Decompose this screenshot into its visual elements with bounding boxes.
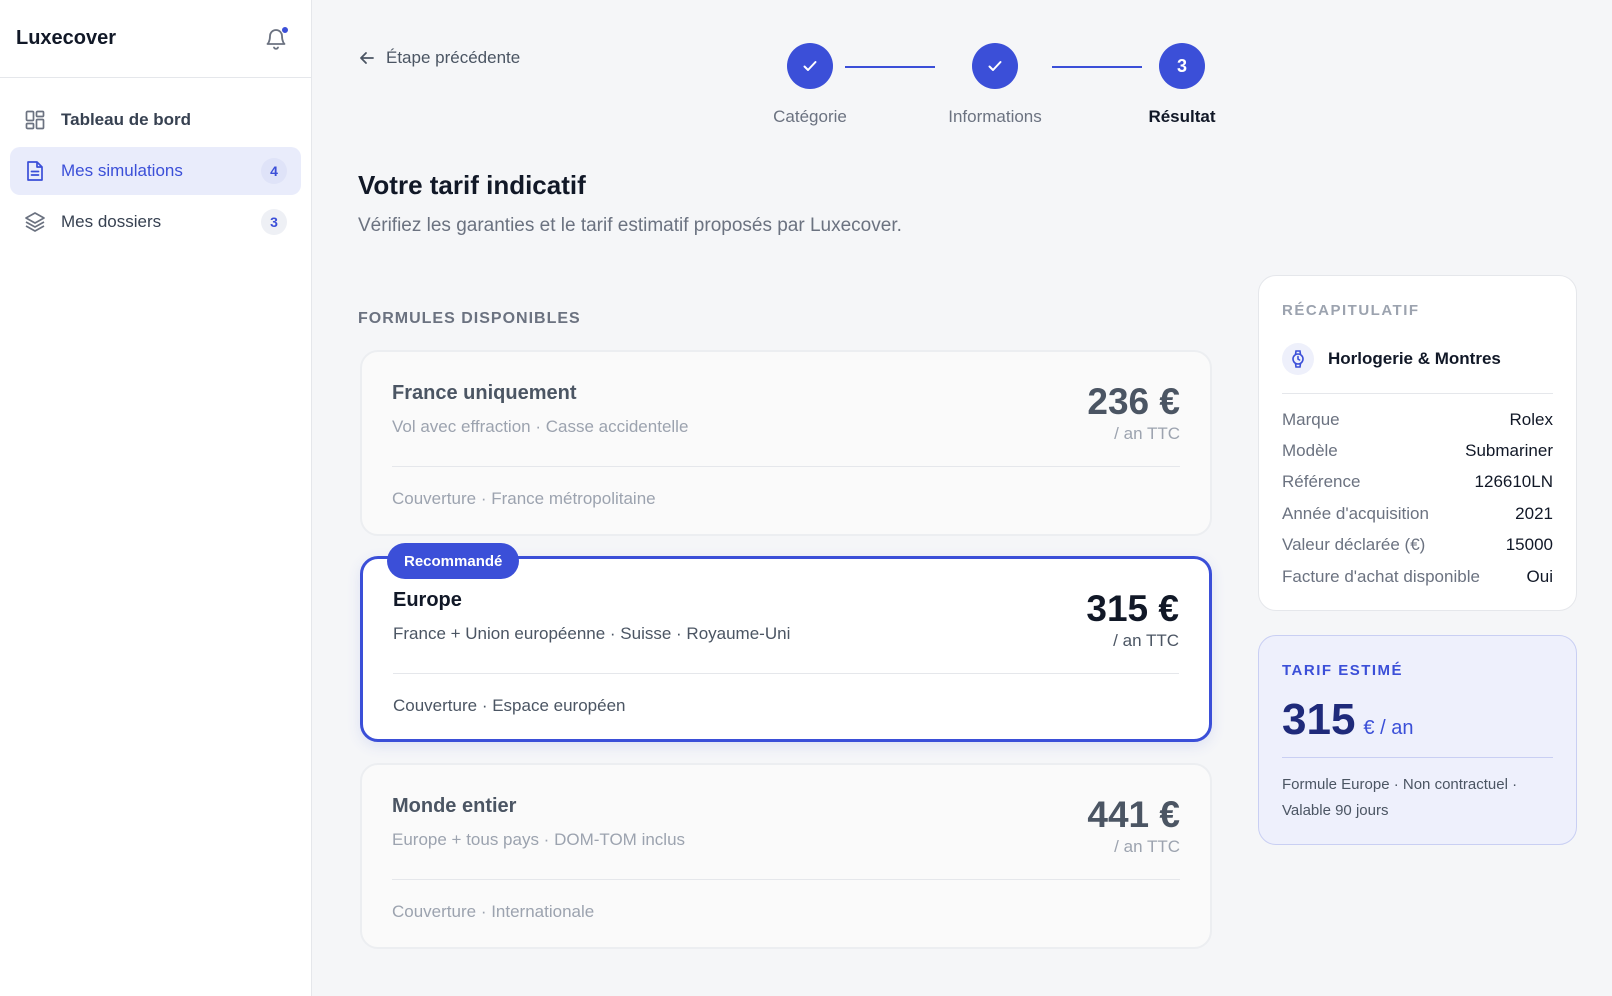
summary-details: Marque Rolex Modèle Submariner Référence… <box>1282 404 1553 592</box>
step-label: Catégorie <box>773 107 847 126</box>
estimate-unit: € / an <box>1363 717 1414 739</box>
plan-info: Europe France + Union européenne · Suiss… <box>393 589 790 673</box>
sidebar: Luxecover Tableau de bord Mes simulation… <box>0 0 312 996</box>
plan-price: 441 € / an TTC <box>1087 795 1180 879</box>
summary-category: Horlogerie & Montres <box>1282 343 1553 394</box>
step-informations[interactable]: Informations <box>925 43 1065 127</box>
plan-price-value: 441 € <box>1087 794 1180 835</box>
summary-card: RÉCAPITULATIF Horlogerie & Montres Marqu… <box>1258 275 1577 611</box>
sidebar-item-label: Tableau de bord <box>61 110 192 129</box>
sidebar-header: Luxecover <box>0 0 311 78</box>
plan-info: Monde entier Europe + tous pays · DOM-TO… <box>392 795 685 879</box>
summary-row-key: Valeur déclarée (€) <box>1282 535 1426 555</box>
plan-price-value: 315 € <box>1086 588 1179 629</box>
summary-row-key: Année d'acquisition <box>1282 503 1429 523</box>
summary-title: RÉCAPITULATIF <box>1282 302 1420 319</box>
summary-row: Année d'acquisition 2021 <box>1282 498 1553 529</box>
previous-step-label: Étape précédente <box>386 48 521 67</box>
summary-row-key: Facture d'achat disponible <box>1282 566 1480 586</box>
plan-price: 236 € / an TTC <box>1087 382 1180 466</box>
estimate-value: 315 <box>1282 695 1356 744</box>
previous-step-link[interactable]: Étape précédente <box>358 48 520 68</box>
plan-price-value: 236 € <box>1087 381 1180 422</box>
plan-coverage: Couverture · France métropolitaine <box>392 489 656 508</box>
recommended-badge: Recommandé <box>387 543 520 579</box>
step-number: 3 <box>1159 43 1205 89</box>
plan-card-europe[interactable]: Recommandé Europe France + Union europée… <box>360 543 1212 742</box>
summary-row: Marque Rolex <box>1282 404 1553 435</box>
sidebar-nav: Tableau de bord Mes simulations 4 Mes do… <box>0 78 311 267</box>
plan-card-monde[interactable]: Monde entier Europe + tous pays · DOM-TO… <box>360 763 1212 949</box>
sidebar-item-simulations[interactable]: Mes simulations 4 <box>10 147 301 195</box>
page-title: Votre tarif indicatif <box>358 170 586 200</box>
plan-coverage: Couverture · Espace européen <box>393 696 626 715</box>
estimate-title: TARIF ESTIMÉ <box>1282 662 1404 679</box>
sidebar-item-dossiers[interactable]: Mes dossiers 3 <box>10 198 301 246</box>
estimate-note: Formule Europe · Non contractuel · Valab… <box>1282 776 1518 819</box>
progress-stepper: Catégorie Informations 3 Résultat <box>740 43 1240 126</box>
summary-row-value: Submariner <box>1465 441 1553 461</box>
summary-row: Valeur déclarée (€) 15000 <box>1282 530 1553 561</box>
check-icon <box>803 61 817 71</box>
summary-row-value: 2021 <box>1515 503 1553 523</box>
plan-description: France + Union européenne · Suisse · Roy… <box>393 624 791 643</box>
summary-row: Référence 126610LN <box>1282 467 1553 498</box>
estimate-card: TARIF ESTIMÉ 315 € / an Formule Europe ·… <box>1258 635 1577 845</box>
sidebar-item-dashboard[interactable]: Tableau de bord <box>10 96 301 144</box>
plan-header: Europe France + Union européenne · Suiss… <box>393 559 1179 674</box>
arrow-left-icon <box>360 52 374 64</box>
count-badge: 4 <box>261 158 287 184</box>
page-subtitle: Vérifiez les garanties et le tarif estim… <box>358 215 902 236</box>
step-category[interactable]: Catégorie <box>740 43 880 127</box>
section-title: FORMULES DISPONIBLES <box>358 310 581 327</box>
plan-name: France uniquement <box>392 382 577 404</box>
summary-row-value: Rolex <box>1509 409 1553 429</box>
check-icon <box>988 61 1002 71</box>
document-icon <box>24 160 46 182</box>
summary-row-key: Marque <box>1282 409 1340 429</box>
summary-row-key: Référence <box>1282 472 1361 492</box>
grid-icon <box>24 109 46 131</box>
plan-header: France uniquement Vol avec effraction · … <box>392 352 1180 467</box>
plan-name: Monde entier <box>392 795 517 817</box>
brand-logo[interactable]: Luxecover <box>16 27 116 50</box>
plan-header: Monde entier Europe + tous pays · DOM-TO… <box>392 765 1180 880</box>
plan-name: Europe <box>393 589 462 611</box>
summary-row-value: 126610LN <box>1474 472 1553 492</box>
step-label: Résultat <box>1148 107 1216 126</box>
plan-price-unit: / an TTC <box>1114 424 1180 443</box>
step-done-indicator <box>972 43 1018 89</box>
plan-description: Vol avec effraction · Casse accidentelle <box>392 417 689 436</box>
notification-dot <box>281 25 289 34</box>
sidebar-item-label: Mes simulations <box>61 161 183 180</box>
summary-row-value: Oui <box>1526 566 1553 586</box>
step-label: Informations <box>948 107 1042 126</box>
sidebar-item-label: Mes dossiers <box>61 212 162 231</box>
plan-description: Europe + tous pays · DOM-TOM inclus <box>392 830 686 849</box>
summary-row-value: 15000 <box>1505 535 1553 555</box>
layers-icon <box>24 211 46 233</box>
watch-icon <box>1282 343 1314 375</box>
notifications-button[interactable] <box>263 25 289 52</box>
plan-info: France uniquement Vol avec effraction · … <box>392 382 688 466</box>
plan-coverage: Couverture · Internationale <box>392 902 595 921</box>
plan-price: 315 € / an TTC <box>1086 589 1179 673</box>
plan-card-france[interactable]: France uniquement Vol avec effraction · … <box>360 350 1212 536</box>
step-resultat: 3 Résultat <box>1112 43 1252 127</box>
summary-row: Facture d'achat disponible Oui <box>1282 561 1553 592</box>
estimate-amount: 315 € / an <box>1282 697 1553 758</box>
plan-price-unit: / an TTC <box>1113 631 1179 650</box>
count-badge: 3 <box>261 209 287 235</box>
step-done-indicator <box>787 43 833 89</box>
plan-price-unit: / an TTC <box>1114 837 1180 856</box>
summary-category-name: Horlogerie & Montres <box>1328 349 1501 368</box>
summary-row-key: Modèle <box>1282 441 1338 461</box>
summary-row: Modèle Submariner <box>1282 435 1553 466</box>
